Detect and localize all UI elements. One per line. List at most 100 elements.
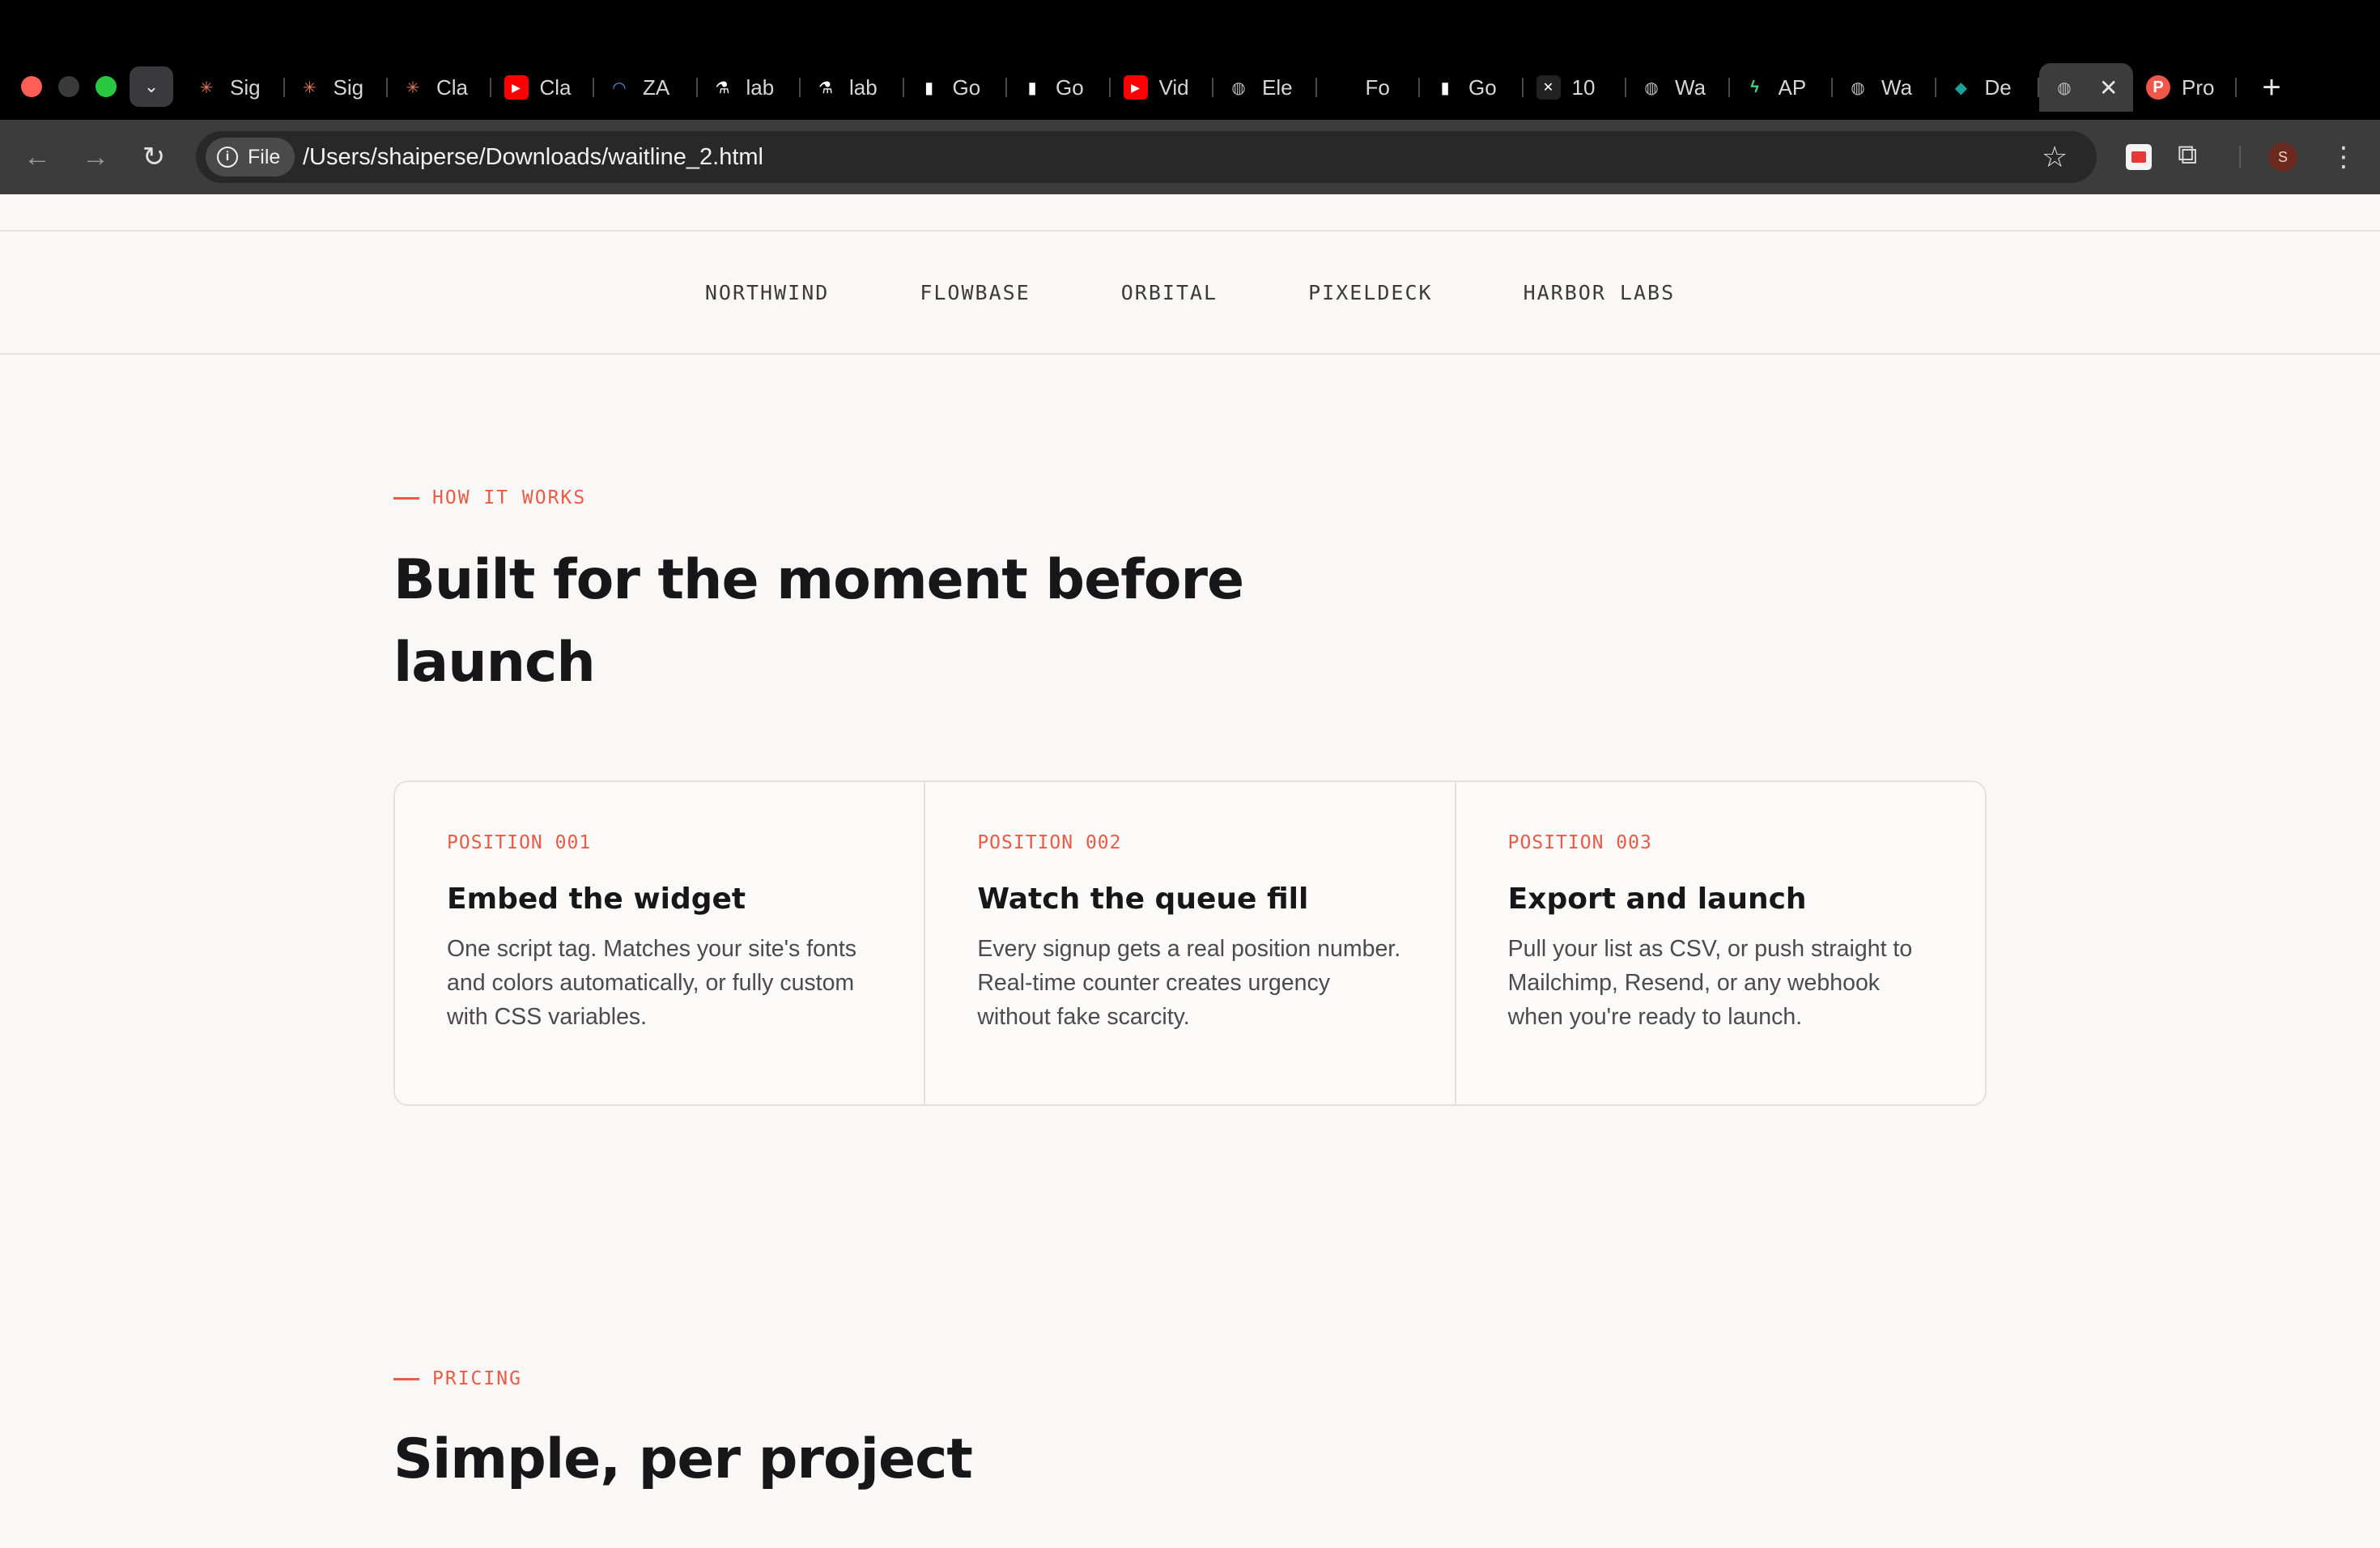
how-it-works-eyebrow: HOW IT WORKS [393, 487, 586, 508]
browser-tab[interactable]: ◍ Wa [1626, 63, 1730, 112]
customer-logo: ORBITAL [1120, 280, 1218, 304]
window-close-button[interactable] [21, 76, 42, 97]
tab-title: Pro [2182, 74, 2214, 100]
customer-logo: FLOWBASE [920, 280, 1031, 304]
page-viewport: NORTHWIND FLOWBASE ORBITAL PIXELDECK HARBOR … [0, 194, 2380, 1548]
step-card: POSITION 001 Embed the widget One script… [395, 782, 926, 1104]
tab-title: ZA [643, 74, 670, 100]
leaf-icon: ◆ [1954, 79, 1968, 97]
browser-tab[interactable]: ▮ Go [1420, 63, 1524, 112]
tab-title: Wa [1675, 74, 1706, 100]
flask-icon: ⚗ [715, 79, 730, 97]
browser-tab[interactable]: ⚗ lab [698, 63, 801, 112]
browser-tab[interactable]: ✕ 10 [1524, 63, 1627, 112]
document-icon: ▮ [1440, 79, 1450, 97]
customer-logo: NORTHWIND [704, 280, 830, 304]
tab-title: Sig [230, 74, 261, 100]
tab-title: Go [1056, 74, 1084, 100]
globe-icon: ◍ [1644, 79, 1659, 97]
claude-asterisk-icon: ✳ [406, 79, 420, 97]
eyebrow-label: HOW IT WORKS [432, 487, 587, 508]
step-title: Watch the queue fill [977, 882, 1309, 916]
youtube-icon: ▶ [504, 75, 529, 100]
tab-title: De [1984, 74, 2012, 100]
browser-tab[interactable]: P Pro [2133, 63, 2237, 112]
youtube-icon: ▶ [1123, 75, 1148, 100]
browser-tab[interactable]: ◆ De [1936, 63, 2040, 112]
claude-asterisk-icon: ✳ [303, 79, 317, 97]
browser-tab[interactable]: ϟ AP [1730, 63, 1834, 112]
document-icon: ▮ [1027, 79, 1037, 97]
tab-title: Wa [1881, 74, 1913, 100]
step-description: One script tag. Matches your site's font… [447, 936, 856, 1030]
tab-title: Cla [436, 74, 469, 100]
browser-tab[interactable]: ✳ Cla [388, 63, 491, 112]
step-title: Export and launch [1507, 882, 1807, 916]
new-tab-button[interactable]: + [2254, 65, 2289, 110]
pricing-heading: Simple, per project [393, 1427, 973, 1491]
browser-tab-active[interactable]: ◍ ✕ [2039, 63, 2133, 112]
eyebrow-dash [393, 1377, 419, 1380]
url-text[interactable]: /Users/shaiperse/Downloads/waitline_2.ht… [303, 141, 763, 173]
customer-logo: PIXELDECK [1308, 280, 1433, 304]
window-top-bar [0, 0, 2380, 55]
info-icon: i [217, 147, 238, 168]
tab-title: Vid [1158, 74, 1189, 100]
browser-tab[interactable]: ▶ Cla [491, 63, 595, 112]
steps-card-grid: POSITION 001 Embed the widget One script… [393, 780, 1987, 1106]
customer-logos-strip: NORTHWIND FLOWBASE ORBITAL PIXELDECK HARBOR … [0, 232, 2380, 355]
globe-icon: ◍ [1231, 79, 1246, 97]
browser-tab[interactable]: Fo [1317, 63, 1421, 112]
close-tab-icon[interactable]: ✕ [2099, 74, 2118, 101]
rainbow-icon: ◠ [613, 79, 626, 97]
browser-tab[interactable]: ▮ Go [1007, 63, 1111, 112]
browser-tab[interactable]: ⚗ lab [801, 63, 904, 112]
step-card: POSITION 003 Export and launch Pull your… [1456, 782, 1985, 1104]
window-minimize-button[interactable] [58, 76, 79, 97]
toolbar-divider [2239, 146, 2241, 168]
browser-tab[interactable]: ▶ Vid [1111, 63, 1214, 112]
tab-title: Cla [539, 74, 572, 100]
eyebrow-label: PRICING [432, 1368, 522, 1389]
forward-arrow-icon[interactable]: → [76, 138, 115, 176]
eyebrow-dash [393, 496, 419, 500]
extension-icon[interactable] [2126, 144, 2152, 170]
step-card: POSITION 002 Watch the queue fill Every … [925, 782, 1456, 1104]
reload-icon[interactable]: ↻ [134, 138, 173, 176]
back-arrow-icon[interactable]: ← [18, 138, 57, 176]
extensions-puzzle-icon[interactable]: ⧉ [2178, 139, 2197, 171]
x-icon: ✕ [1536, 75, 1561, 100]
globe-icon: ◍ [2057, 79, 2072, 97]
step-position: POSITION 001 [447, 832, 592, 853]
tab-title: Fo [1365, 74, 1390, 100]
tab-title: lab [746, 74, 775, 100]
how-it-works-heading: Built for the moment before launch [393, 539, 1244, 704]
bookmark-star-icon[interactable]: ☆ [2042, 138, 2068, 176]
site-info-chip[interactable]: i File [206, 138, 295, 176]
tab-title: Ele [1262, 74, 1293, 100]
tab-search-chevron-icon[interactable]: ⌄ [130, 66, 173, 107]
tab-title: lab [849, 74, 878, 100]
tab-title: AP [1778, 74, 1807, 100]
kebab-menu-icon[interactable]: ⋮ [2330, 139, 2357, 175]
browser-tab[interactable]: ◠ ZA [594, 63, 698, 112]
browser-tab[interactable]: ◍ Ele [1213, 63, 1317, 112]
browser-tab[interactable]: ▮ Go [904, 63, 1008, 112]
profile-avatar[interactable]: S [2268, 142, 2297, 172]
heading-line-2: launch [393, 631, 596, 695]
browser-tab[interactable]: ✳ Sig [181, 63, 285, 112]
step-position: POSITION 003 [1507, 832, 1652, 853]
window-maximize-button[interactable] [96, 76, 117, 97]
tab-title: Go [952, 74, 981, 100]
step-title: Embed the widget [447, 882, 746, 916]
blank-icon [1330, 75, 1354, 100]
pricing-eyebrow: PRICING [393, 1368, 522, 1389]
customer-logo: HARBOR LABS [1523, 280, 1676, 304]
claude-asterisk-icon: ✳ [199, 79, 214, 97]
tab-title: Go [1468, 74, 1497, 100]
step-position: POSITION 002 [977, 832, 1122, 853]
step-description: Pull your list as CSV, or push straight … [1507, 936, 1913, 1030]
document-icon: ▮ [924, 79, 933, 97]
browser-tab[interactable]: ✳ Sig [285, 63, 389, 112]
browser-tab[interactable]: ◍ Wa [1833, 63, 1936, 112]
